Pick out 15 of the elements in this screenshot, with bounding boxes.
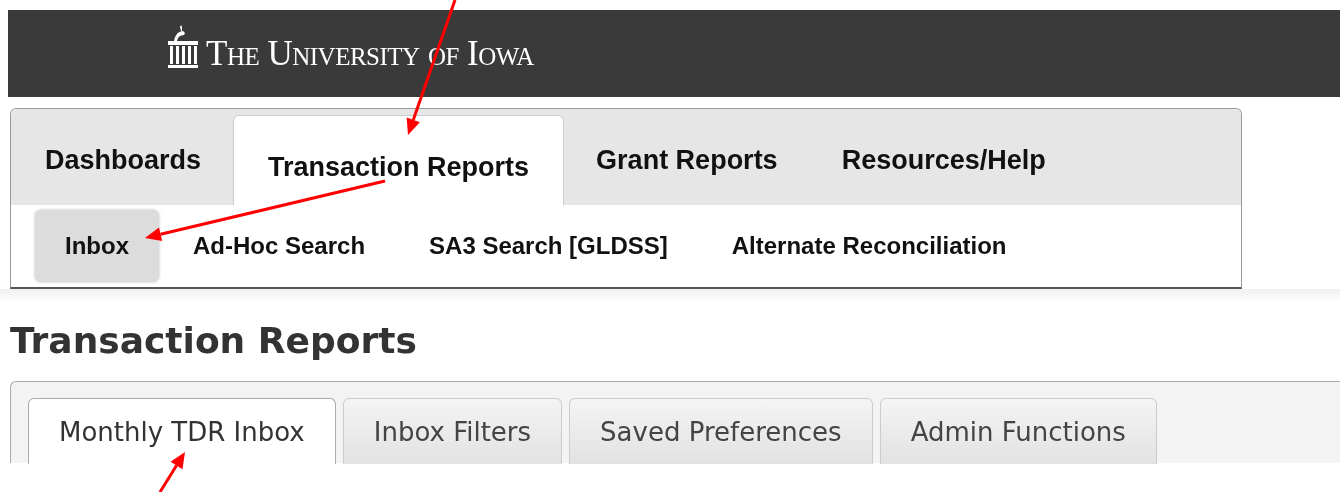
content-tab[interactable]: Inbox Filters <box>342 398 563 464</box>
subnav-tab[interactable]: Inbox <box>35 210 159 282</box>
nav-tab[interactable]: Resources/Help <box>809 115 1078 205</box>
page-title: Transaction Reports <box>10 319 418 363</box>
subnav-tab[interactable]: Alternate Reconciliation <box>701 210 1037 282</box>
nav-tab[interactable]: Transaction Reports <box>233 115 565 205</box>
building-icon <box>166 24 200 69</box>
content-tab[interactable]: Saved Preferences <box>569 398 873 464</box>
nav-tab[interactable]: Grant Reports <box>564 115 810 205</box>
subnav-tab[interactable]: SA3 Search [GLDSS] <box>399 210 698 282</box>
content-tab[interactable]: Monthly TDR Inbox <box>28 398 336 464</box>
content-tab[interactable]: Admin Functions <box>879 398 1157 464</box>
subnav-tab[interactable]: Ad-Hoc Search <box>163 210 396 282</box>
annotation-arrow <box>158 452 185 492</box>
nav-tab[interactable]: Dashboards <box>13 115 234 205</box>
